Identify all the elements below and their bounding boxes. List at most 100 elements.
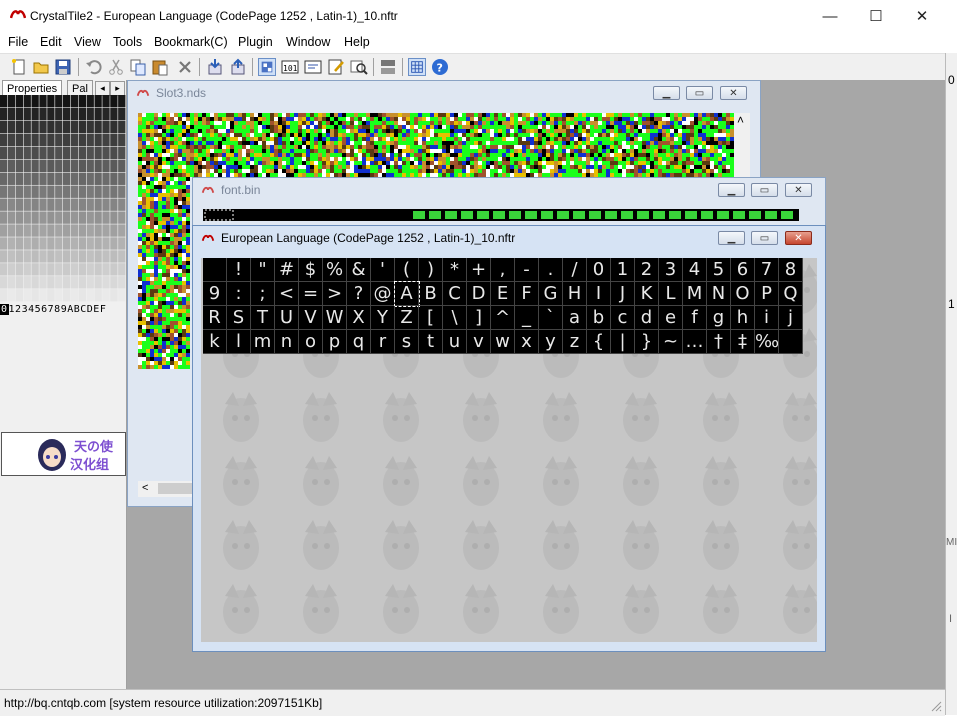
- glyph-cell[interactable]: V: [299, 306, 323, 330]
- glyph-cell[interactable]: .: [539, 258, 563, 282]
- glyph-cell[interactable]: $: [299, 258, 323, 282]
- font-canvas-area[interactable]: ! " # $% & '() * +, -./0 1 2 3 4 5 6 7 8 9:; < = >? @ A B C D E F G H…: [201, 258, 817, 642]
- glyph-cell[interactable]: +: [467, 258, 491, 282]
- mdi-restore-button[interactable]: ▭: [751, 183, 778, 197]
- glyph-cell[interactable]: s: [395, 330, 419, 354]
- close-button[interactable]: ✕: [899, 0, 945, 32]
- glyph-cell[interactable]: ;: [251, 282, 275, 306]
- glyph-cell[interactable]: F: [515, 282, 539, 306]
- glyph-cell[interactable]: S: [227, 306, 251, 330]
- glyph-cell[interactable]: <: [275, 282, 299, 306]
- glyph-cell[interactable]: :: [227, 282, 251, 306]
- mdi-close-button[interactable]: ✕: [785, 183, 812, 197]
- undo-icon[interactable]: [85, 58, 103, 76]
- delete-icon[interactable]: [176, 58, 194, 76]
- mdi-close-button[interactable]: ✕: [785, 231, 812, 245]
- glyph-cell[interactable]: l: [227, 330, 251, 354]
- mdi-minimize-button[interactable]: ▁: [718, 183, 745, 197]
- glyph-cell[interactable]: 6: [731, 258, 755, 282]
- hex-icon[interactable]: 101: [281, 58, 299, 76]
- copy-icon[interactable]: [129, 58, 147, 76]
- glyph-cell[interactable]: *: [443, 258, 467, 282]
- tab-scroll-right[interactable]: ▸: [110, 81, 125, 96]
- glyph-cell[interactable]: h: [731, 306, 755, 330]
- menu-bookmark[interactable]: Bookmark(C): [154, 35, 228, 49]
- glyph-cell[interactable]: I: [587, 282, 611, 306]
- mdi-window-titlebar[interactable]: Slot3.nds ▁ ▭ ✕: [128, 81, 760, 105]
- glyph-cell[interactable]: i: [755, 306, 779, 330]
- glyph-cell[interactable]: w: [491, 330, 515, 354]
- glyph-cell[interactable]: ~: [659, 330, 683, 354]
- glyph-cell[interactable]: &: [347, 258, 371, 282]
- glyph-cell[interactable]: 5: [707, 258, 731, 282]
- glyph-cell[interactable]: _: [515, 306, 539, 330]
- glyph-cell[interactable]: `: [539, 306, 563, 330]
- glyph-cell[interactable]: A: [394, 281, 420, 307]
- glyph-cell[interactable]: u: [443, 330, 467, 354]
- glyph-cell[interactable]: ]: [467, 306, 491, 330]
- glyph-cell[interactable]: …: [683, 330, 707, 354]
- glyph-cell[interactable]: (: [395, 258, 419, 282]
- glyph-cell[interactable]: 3: [659, 258, 683, 282]
- glyph-cell[interactable]: n: [275, 330, 299, 354]
- glyph-cell[interactable]: [203, 258, 227, 282]
- glyph-cell[interactable]: p: [323, 330, 347, 354]
- glyph-cell[interactable]: /: [563, 258, 587, 282]
- mdi-minimize-button[interactable]: ▁: [653, 86, 680, 100]
- mdi-minimize-button[interactable]: ▁: [718, 231, 745, 245]
- glyph-cell[interactable]: 8: [779, 258, 803, 282]
- glyph-cell[interactable]: C: [443, 282, 467, 306]
- tab-scroll-left[interactable]: ◂: [95, 81, 110, 96]
- glyph-cell[interactable]: b: [587, 306, 611, 330]
- scroll-up-arrow[interactable]: ˄: [737, 113, 744, 127]
- font-bin-canvas[interactable]: [203, 209, 799, 221]
- font-glyph-grid[interactable]: ! " # $% & '() * +, -./0 1 2 3 4 5 6 7 8 9:; < = >? @ A B C D E F G H…: [203, 258, 803, 354]
- glyph-cell[interactable]: H: [563, 282, 587, 306]
- scroll-thumb[interactable]: [158, 483, 192, 494]
- export-icon[interactable]: [229, 58, 247, 76]
- glyph-cell[interactable]: Q: [779, 282, 803, 306]
- text-icon[interactable]: [304, 58, 322, 76]
- glyph-cell[interactable]: >: [323, 282, 347, 306]
- glyph-cell[interactable]: q: [347, 330, 371, 354]
- glyph-cell[interactable]: ^: [491, 306, 515, 330]
- glyph-cell[interactable]: U: [275, 306, 299, 330]
- paste-icon[interactable]: [151, 58, 169, 76]
- glyph-cell[interactable]: W: [323, 306, 347, 330]
- glyph-cell[interactable]: T: [251, 306, 275, 330]
- glyph-cell[interactable]: 4: [683, 258, 707, 282]
- glyph-cell[interactable]: c: [611, 306, 635, 330]
- glyph-cell[interactable]: ": [251, 258, 275, 282]
- glyph-cell[interactable]: ?: [347, 282, 371, 306]
- glyph-cell[interactable]: d: [635, 306, 659, 330]
- save-icon[interactable]: [54, 58, 72, 76]
- glyph-cell[interactable]: k: [203, 330, 227, 354]
- glyph-cell[interactable]: O: [731, 282, 755, 306]
- scroll-left-arrow[interactable]: <: [142, 482, 148, 494]
- menu-edit[interactable]: Edit: [40, 35, 62, 49]
- glyph-cell[interactable]: J: [611, 282, 635, 306]
- open-icon[interactable]: [32, 58, 50, 76]
- palette-grid[interactable]: [0, 95, 126, 302]
- glyph-cell[interactable]: o: [299, 330, 323, 354]
- menu-help[interactable]: Help: [344, 35, 370, 49]
- glyph-cell[interactable]: [: [419, 306, 443, 330]
- menu-view[interactable]: View: [74, 35, 101, 49]
- glyph-cell[interactable]: Z: [395, 306, 419, 330]
- glyph-cell[interactable]: K: [635, 282, 659, 306]
- glyph-cell[interactable]: Y: [371, 306, 395, 330]
- minimize-button[interactable]: —: [807, 0, 853, 32]
- mdi-window-titlebar[interactable]: European Language (CodePage 1252 , Latin…: [193, 226, 825, 250]
- glyph-cell[interactable]: y: [539, 330, 563, 354]
- glyph-cell[interactable]: L: [659, 282, 683, 306]
- glyph-cell[interactable]: E: [491, 282, 515, 306]
- resize-grip-icon[interactable]: [930, 700, 942, 712]
- glyph-cell[interactable]: v: [467, 330, 491, 354]
- glyph-cell[interactable]: D: [467, 282, 491, 306]
- glyph-cell[interactable]: {: [587, 330, 611, 354]
- glyph-cell[interactable]: 2: [635, 258, 659, 282]
- menu-plugin[interactable]: Plugin: [238, 35, 273, 49]
- glyph-cell[interactable]: R: [203, 306, 227, 330]
- glyph-cell[interactable]: #: [275, 258, 299, 282]
- glyph-cell[interactable]: ): [419, 258, 443, 282]
